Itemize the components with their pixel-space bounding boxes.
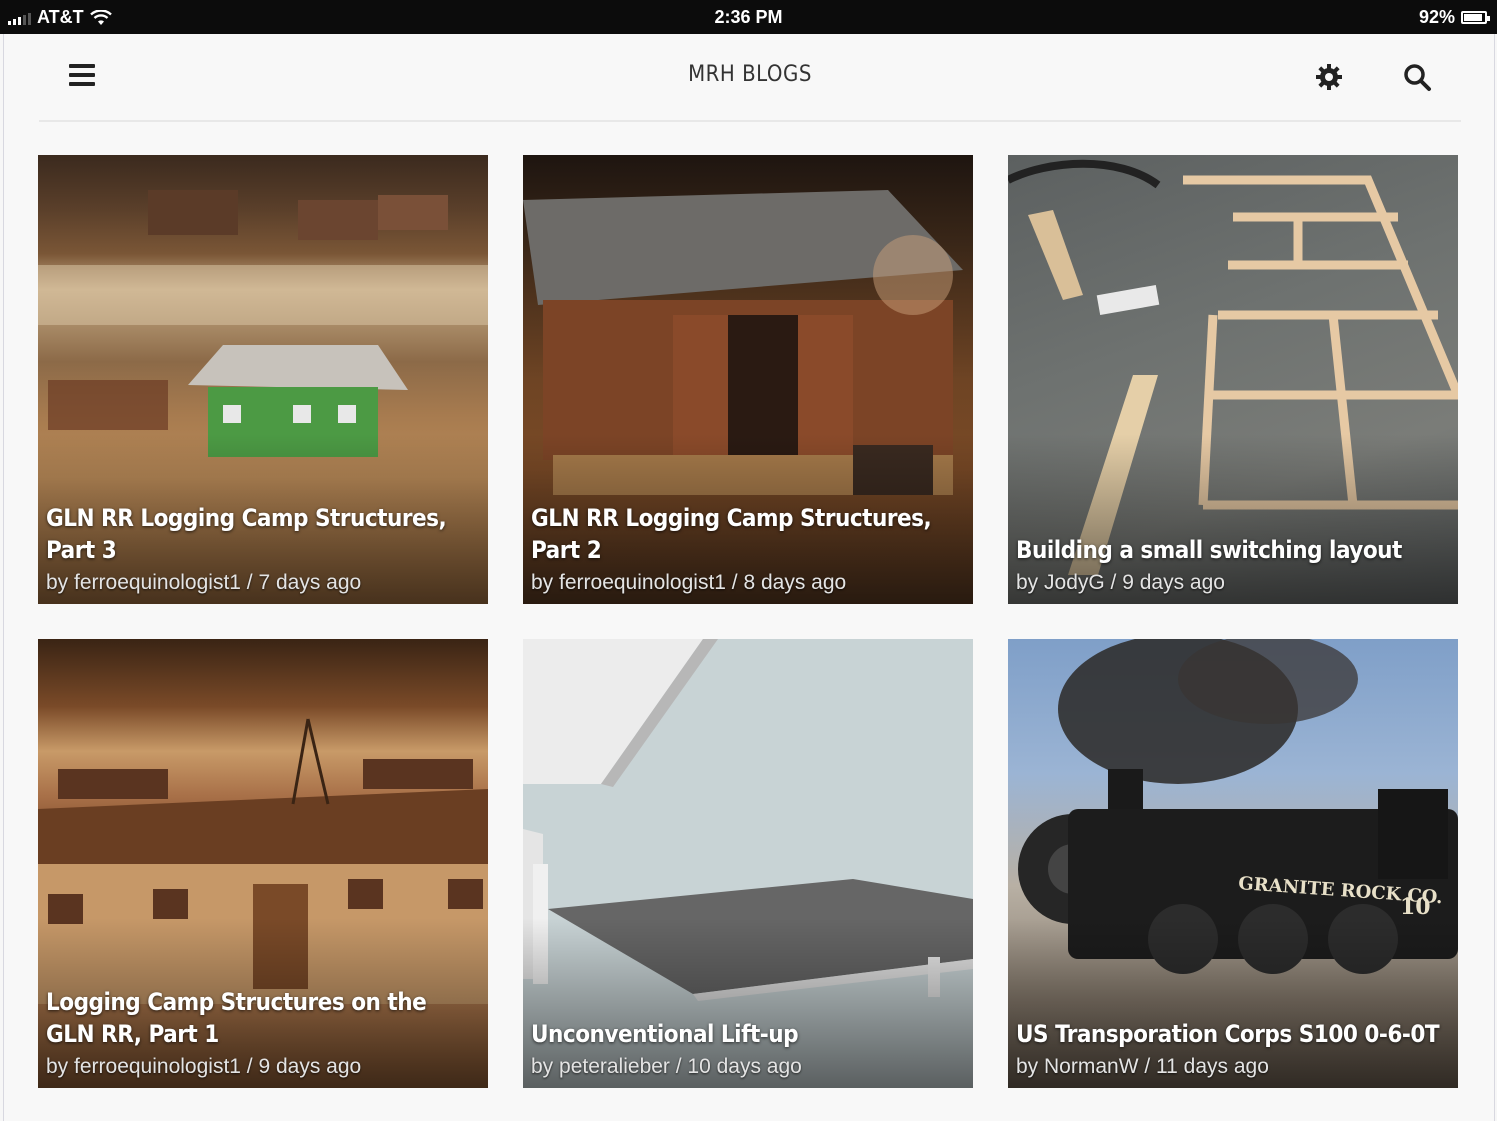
status-right: 92% <box>1418 7 1490 28</box>
blog-card[interactable]: GLN RR Logging Camp Structures, Part 3 b… <box>38 155 488 604</box>
post-title: GLN RR Logging Camp Structures, Part 3 <box>46 504 447 564</box>
gear-icon <box>1316 64 1342 90</box>
search-button[interactable] <box>1402 62 1432 92</box>
battery-icon <box>1461 11 1490 24</box>
post-byline: by ferroequinologist1 / 7 days ago <box>46 571 362 594</box>
svg-text:10: 10 <box>1400 894 1431 920</box>
post-title: Unconventional Lift-up <box>531 1020 799 1048</box>
post-byline: by ferroequinologist1 / 9 days ago <box>46 1055 362 1078</box>
blog-card[interactable]: GRANITE ROCK CO. 10 US Transporation Cor… <box>1008 639 1458 1088</box>
post-title: GLN RR Logging Camp Structures, Part 2 <box>531 504 932 564</box>
post-byline: by JodyG / 9 days ago <box>1016 571 1225 594</box>
blog-card[interactable]: GLN RR Logging Camp Structures, Part 2 b… <box>523 155 973 604</box>
battery-percent: 92% <box>1418 7 1455 27</box>
post-byline: by peteralieber / 10 days ago <box>531 1055 802 1078</box>
status-bar: AT&T 2:36 PM 92% <box>0 0 1497 34</box>
blog-card[interactable]: Building a small switching layout by Jod… <box>1008 155 1458 604</box>
page-title: MRH BLOGS <box>688 62 812 87</box>
post-title: Logging Camp Structures on the GLN RR, P… <box>46 988 427 1048</box>
post-title: US Transporation Corps S100 0-6-0T <box>1016 1020 1440 1048</box>
nav-bar: MRH BLOGS <box>39 34 1461 122</box>
post-byline: by NormanW / 11 days ago <box>1016 1055 1269 1078</box>
settings-button[interactable] <box>1314 62 1344 92</box>
status-time: 2:36 PM <box>714 7 783 27</box>
magnifier-icon <box>1404 64 1431 91</box>
blog-card[interactable]: Logging Camp Structures on the GLN RR, P… <box>38 639 488 1088</box>
post-title: Building a small switching layout <box>1016 536 1402 564</box>
blog-card[interactable]: Unconventional Lift-up by peteralieber /… <box>523 639 973 1088</box>
post-byline: by ferroequinologist1 / 8 days ago <box>531 571 847 594</box>
